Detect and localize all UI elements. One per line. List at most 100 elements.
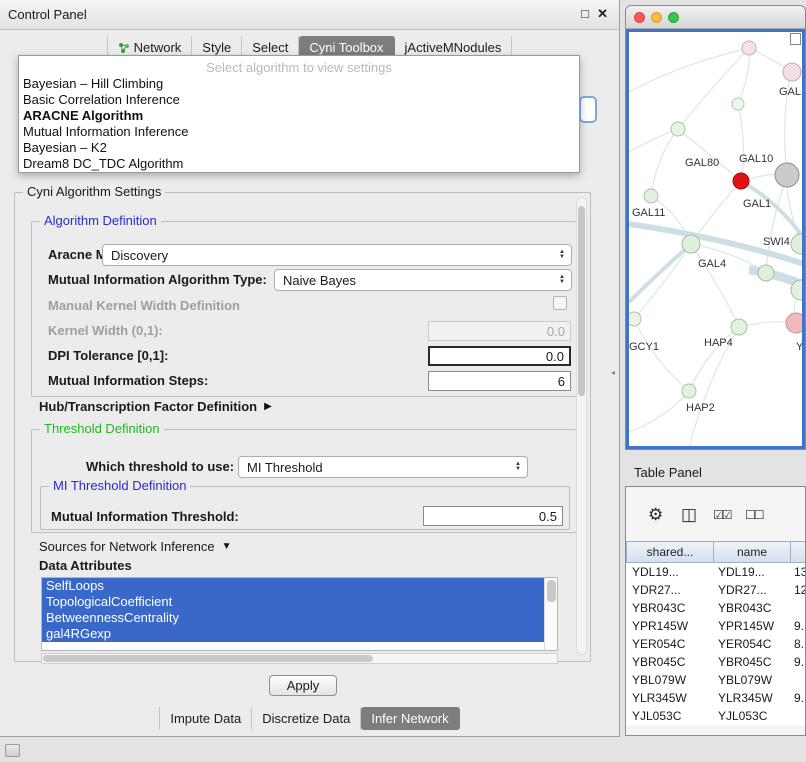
network-edge[interactable] [738,104,744,181]
algorithm-option[interactable]: Basic Correlation Inference [19,92,579,108]
unchecked-rows-icon[interactable]: ☐☐ [745,508,763,522]
gear-icon[interactable]: ⚙ [648,505,663,525]
table-toolbar: ⚙ ◫ ☑☑ ☐☐ [626,495,805,539]
network-window-titlebar[interactable] [626,6,805,29]
network-node[interactable] [783,63,801,81]
cyni-algorithm-settings-group: Cyni Algorithm Settings Algorithm Defini… [14,192,591,662]
network-edge[interactable] [691,244,739,327]
table-row[interactable]: YBR045CYBR045C9. [626,653,806,671]
network-node[interactable] [786,313,804,333]
table-cell [791,671,806,689]
checked-rows-icon[interactable]: ☑☑ [713,508,731,522]
mi-steps-field[interactable]: 6 [428,371,571,391]
close-traffic-light-icon[interactable] [634,12,645,23]
table-row[interactable]: YBR043CYBR043C [626,599,806,617]
network-node[interactable] [731,319,747,335]
table-row[interactable]: YPR145WYPR145W9. [626,617,806,635]
attribute-item[interactable]: BetweennessCentrality [42,610,544,626]
manual-kernel-checkbox[interactable] [553,296,567,310]
apply-button[interactable]: Apply [269,675,337,696]
network-node[interactable] [733,173,749,189]
table-cell: YER054C [714,635,791,653]
table-row[interactable]: YDL19...YDL19...13 [626,563,806,581]
combo-arrows-icon: ▲▼ [559,275,565,285]
scrollbar-thumb[interactable] [578,206,585,396]
network-edge[interactable] [629,244,691,302]
network-edge[interactable] [629,48,749,92]
network-node[interactable] [682,384,696,398]
minimize-traffic-light-icon[interactable] [651,12,662,23]
bottom-tab-discretize-data[interactable]: Discretize Data [252,707,361,730]
network-edge[interactable] [741,181,804,239]
mi-threshold-label: Mutual Information Threshold: [51,510,239,524]
algorithm-option[interactable]: Bayesian – Hill Climbing [19,76,579,92]
float-window-icon[interactable]: □ [581,6,589,21]
taskbar-mini-icon[interactable] [5,744,20,757]
attribute-item[interactable]: SelfLoops [42,578,544,594]
mi-threshold-field[interactable]: 0.5 [423,506,563,526]
zoom-traffic-light-icon[interactable] [668,12,679,23]
tab-label: jActiveMNodules [405,40,502,55]
close-icon[interactable]: ✕ [597,6,608,22]
table-row[interactable]: YBL079WYBL079W [626,671,806,689]
attribute-item[interactable]: TopologicalCoefficient [42,594,544,610]
network-edge[interactable] [634,244,691,319]
table-row[interactable]: YJL053CYJL053C [626,707,806,725]
table-row[interactable]: YER054CYER054C8. [626,635,806,653]
network-node[interactable] [732,98,744,110]
attribute-list-horizontal-scrollbar[interactable] [41,653,558,664]
attribute-list-vertical-scrollbar[interactable] [544,578,557,650]
network-node[interactable] [791,234,804,254]
network-edge[interactable] [678,129,741,181]
network-node[interactable] [742,41,756,55]
dropdown-placeholder: Select algorithm to view settings [19,59,579,76]
algorithm-definition-group: Algorithm Definition Aracne Mode: Discov… [31,221,577,397]
column-header[interactable] [791,541,806,563]
attribute-item[interactable]: gal4RGexp [42,626,544,642]
which-threshold-select[interactable]: MI Threshold ▲▼ [238,456,528,478]
algorithm-option[interactable]: Bayesian – K2 [19,140,579,156]
network-node[interactable] [671,122,685,136]
network-canvas[interactable]: GALGAL80GAL10GAL11GAL1SWI4GAL4GCY1HAP4YH… [626,29,805,449]
network-edge[interactable] [678,48,749,129]
node-label: GAL10 [739,153,773,165]
network-node[interactable] [629,312,641,326]
aracne-mode-select[interactable]: Discovery ▲▼ [102,244,572,266]
settings-group-title: Cyni Algorithm Settings [23,184,165,199]
bottom-tab-impute-data[interactable]: Impute Data [159,707,252,730]
algorithm-option[interactable]: Mutual Information Inference [19,124,579,140]
dpi-tolerance-field[interactable]: 0.0 [428,346,571,366]
attribute-list[interactable]: SelfLoopsTopologicalCoefficientBetweenne… [41,577,558,651]
column-header[interactable]: name [714,541,791,563]
network-node[interactable] [758,265,774,281]
scrollbar-thumb[interactable] [43,655,373,662]
bottom-tab-bar: Impute DataDiscretize DataInfer Network [0,707,619,730]
columns-icon[interactable]: ◫ [681,505,697,525]
table-row[interactable]: YLR345WYLR345W9. [626,689,806,707]
settings-vertical-scrollbar[interactable] [576,197,587,655]
table-cell [791,707,806,725]
network-node[interactable] [775,163,799,187]
mi-type-select[interactable]: Naive Bayes ▲▼ [274,269,572,291]
network-edge[interactable] [738,48,749,104]
network-edge[interactable] [629,391,689,432]
network-node[interactable] [682,235,700,253]
table-cell: YLR345W [626,689,714,707]
network-edge[interactable] [634,319,689,391]
birdseye-box[interactable] [790,33,801,45]
algorithm-definition-title: Algorithm Definition [40,213,161,228]
table-row[interactable]: YDR27...YDR27...12 [626,581,806,599]
bottom-tab-infer-network[interactable]: Infer Network [361,707,459,730]
kernel-width-field[interactable]: 0.0 [428,321,571,341]
table-cell: 8. [791,635,806,653]
tab-label: Select [252,40,288,55]
algorithm-option[interactable]: ARACNE Algorithm [19,108,579,124]
hub-section-toggle[interactable]: Hub/Transcription Factor Definition ▶ [39,399,272,414]
sources-section-toggle[interactable]: Sources for Network Inference ▼ [39,539,231,554]
network-node[interactable] [644,189,658,203]
splitter-arrow-icon[interactable]: ◂ [611,368,615,377]
column-header[interactable]: shared... [626,541,714,563]
scrollbar-thumb[interactable] [547,580,556,602]
combo-arrows-icon: ▲▼ [515,462,521,472]
algorithm-option[interactable]: Dream8 DC_TDC Algorithm [19,156,579,172]
